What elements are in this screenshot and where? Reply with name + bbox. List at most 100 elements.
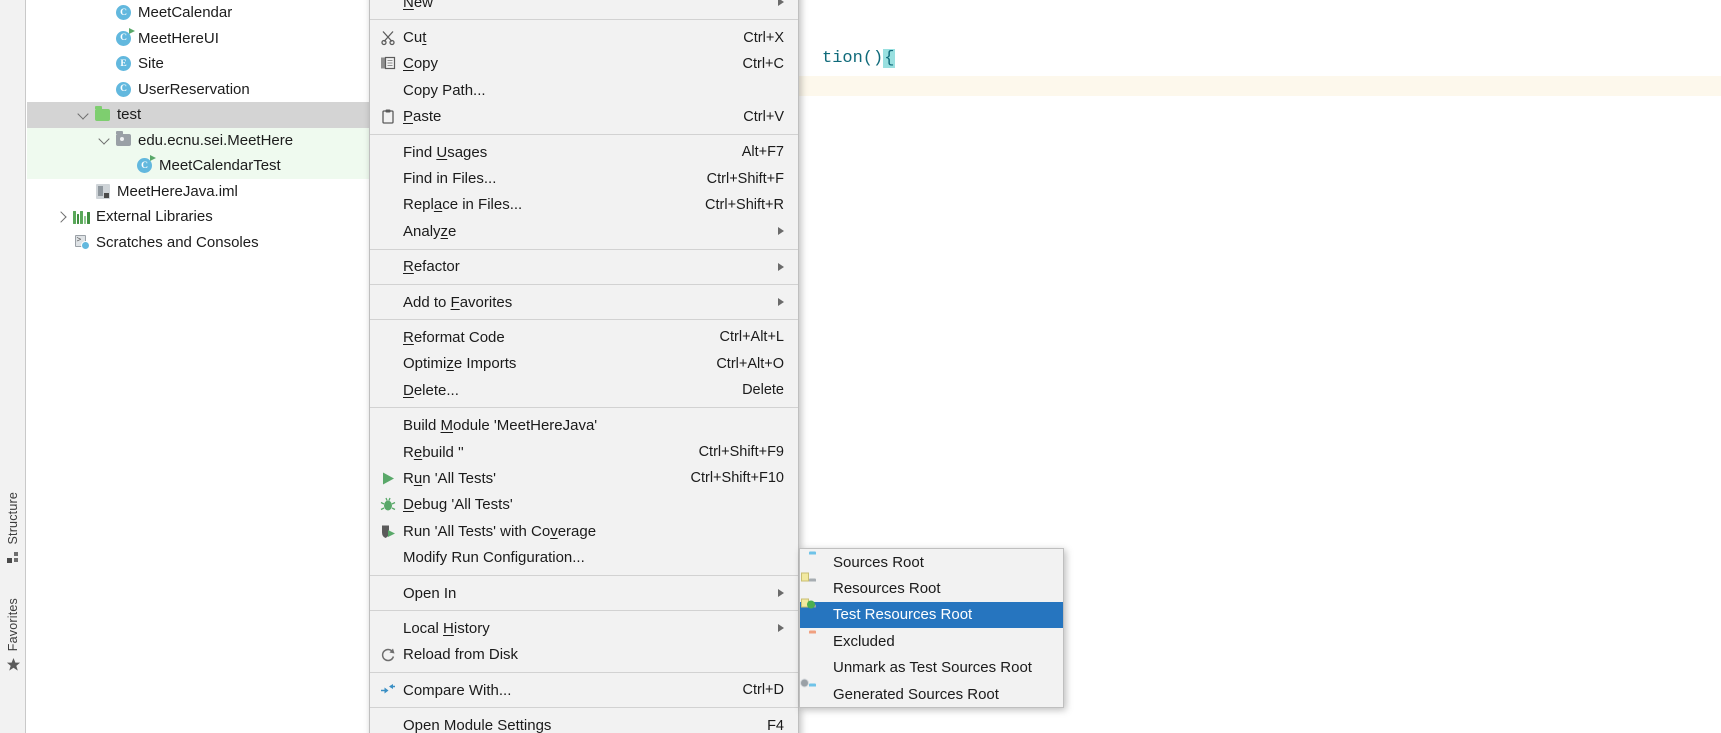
menu-item-label: New xyxy=(403,0,434,11)
tree-item-edu-ecnu-sei-meethere[interactable]: edu.ecnu.sei.MeetHere xyxy=(27,127,371,153)
menu-item-local-history[interactable]: Local History xyxy=(370,615,798,641)
menu-separator xyxy=(370,407,798,409)
resources-root-icon xyxy=(801,572,827,596)
menu-item-compare-with[interactable]: Compare With... Ctrl+D xyxy=(370,677,798,703)
menu-separator xyxy=(370,610,798,612)
reload-icon xyxy=(379,646,396,663)
tree-item-meetherejava-iml[interactable]: MeetHereJava.iml xyxy=(27,179,371,205)
menu-item-modify-run-configuration[interactable]: Modify Run Configuration... xyxy=(370,544,798,570)
menu-item-label: Build Module 'MeetHereJava' xyxy=(403,417,598,435)
menu-item-label: Replace in Files... xyxy=(403,196,523,214)
submenu-arrow-icon xyxy=(778,624,784,633)
submenu-item-excluded[interactable]: Excluded xyxy=(800,628,1063,654)
menu-separator xyxy=(370,574,798,576)
submenu-item-sources-root[interactable]: Sources Root xyxy=(800,549,1063,575)
menu-item-find-usages[interactable]: Find Usages Alt+F7 xyxy=(370,139,798,165)
menu-item-paste[interactable]: Paste Ctrl+V xyxy=(370,104,798,130)
project-tree[interactable]: C MeetCalendar C MeetHereUI E Site C UserReserv… xyxy=(27,0,371,733)
menu-item-label: Delete... xyxy=(403,381,459,399)
editor-brace-highlight: { xyxy=(883,48,896,68)
menu-item-refactor[interactable]: Refactor xyxy=(370,254,798,280)
menu-item-copy-path[interactable]: Copy Path... xyxy=(370,77,798,103)
menu-separator xyxy=(370,19,798,21)
menu-item-add-to-favorites[interactable]: Add to Favorites xyxy=(370,289,798,315)
menu-item-open-module-settings[interactable]: Open Module Settings F4 xyxy=(370,712,798,733)
menu-item-rebuild-default[interactable]: Rebuild '' Ctrl+Shift+F9 xyxy=(370,439,798,465)
tree-item-label: UserReservation xyxy=(138,80,250,98)
menu-item-copy[interactable]: Copy Ctrl+C xyxy=(370,51,798,77)
menu-separator xyxy=(370,319,798,321)
menu-item-reformat-code[interactable]: Reformat Code Ctrl+Alt+L xyxy=(370,324,798,350)
scissors-icon xyxy=(379,29,396,46)
java-class-run-icon: C xyxy=(115,27,135,47)
tree-item-userreservation[interactable]: C UserReservation xyxy=(27,77,371,103)
context-menu[interactable]: New Cut Ctrl+X Copy Ctrl+C Copy Path... Paste C… xyxy=(369,0,799,733)
submenu-item-resources-root[interactable]: Resources Root xyxy=(800,572,1063,601)
menu-item-label: Reload from Disk xyxy=(403,646,519,664)
debug-icon xyxy=(379,496,396,513)
menu-item-cut[interactable]: Cut Ctrl+X xyxy=(370,24,798,50)
menu-item-label: Rebuild '' xyxy=(403,443,464,461)
star-icon xyxy=(6,657,21,677)
menu-item-debug-all-tests[interactable]: Debug 'All Tests' xyxy=(370,492,798,518)
menu-item-new[interactable]: New xyxy=(370,0,798,15)
menu-item-label: Optimize Imports xyxy=(403,355,517,373)
menu-item-find-in-files[interactable]: Find in Files... Ctrl+Shift+F xyxy=(370,165,798,191)
menu-item-label: Reformat Code xyxy=(403,328,505,346)
editor-code-text: tion() xyxy=(822,48,884,68)
test-resources-root-icon xyxy=(801,598,827,622)
mark-directory-as-submenu[interactable]: Sources Root Resources Root Test Resources… xyxy=(799,548,1064,709)
menu-item-label: Find Usages xyxy=(403,143,488,161)
chevron-down-icon[interactable] xyxy=(77,108,91,122)
menu-item-label: Analyze xyxy=(403,222,457,240)
submenu-item-test-resources-root[interactable]: Test Resources Root xyxy=(800,598,1063,629)
java-class-icon: C xyxy=(115,81,132,98)
tree-item-meetcalendar[interactable]: C MeetCalendar xyxy=(27,0,371,26)
submenu-item-generated-sources-root[interactable]: Generated Sources Root xyxy=(800,678,1063,707)
menu-separator xyxy=(370,671,798,673)
tree-item-scratches-and-consoles[interactable]: Scratches and Consoles xyxy=(27,230,371,256)
menu-item-label: Local History xyxy=(403,619,490,637)
menu-item-label: Find in Files... xyxy=(403,170,497,188)
menu-item-shortcut: Ctrl+D xyxy=(742,682,785,699)
menu-item-analyze[interactable]: Analyze xyxy=(370,218,798,244)
menu-separator xyxy=(370,707,798,709)
tree-item-meetcalendartest[interactable]: C MeetCalendarTest xyxy=(27,153,371,179)
tool-window-button-structure[interactable]: Structure xyxy=(0,492,26,569)
tree-item-test[interactable]: test xyxy=(27,102,371,128)
sources-root-icon xyxy=(809,555,827,570)
submenu-item-unmark-as-test-sources-root[interactable]: Unmark as Test Sources Root xyxy=(800,655,1063,681)
submenu-arrow-icon xyxy=(778,227,784,236)
tool-window-label-structure: Structure xyxy=(6,492,20,545)
menu-item-run-all-tests-with-coverage[interactable]: Run 'All Tests' with Coverage xyxy=(370,518,798,544)
menu-item-shortcut: Ctrl+Shift+R xyxy=(705,196,784,213)
menu-item-shortcut: Ctrl+Shift+F9 xyxy=(698,444,784,461)
menu-item-delete[interactable]: Delete... Delete xyxy=(370,377,798,403)
tree-item-label: External Libraries xyxy=(96,208,213,226)
menu-item-build-module-meetherejava[interactable]: Build Module 'MeetHereJava' xyxy=(370,412,798,438)
tree-item-site[interactable]: E Site xyxy=(27,51,371,77)
tree-item-external-libraries[interactable]: External Libraries xyxy=(27,204,371,230)
chevron-right-icon[interactable] xyxy=(56,210,70,224)
menu-item-shortcut: Delete xyxy=(742,382,784,399)
menu-item-reload-from-disk[interactable]: Reload from Disk xyxy=(370,642,798,668)
menu-item-open-in[interactable]: Open In xyxy=(370,580,798,606)
menu-item-replace-in-files[interactable]: Replace in Files... Ctrl+Shift+R xyxy=(370,192,798,218)
java-class-icon: C xyxy=(115,4,132,21)
submenu-item-label: Sources Root xyxy=(833,553,924,571)
tree-item-label: test xyxy=(117,106,142,124)
copy-icon xyxy=(379,55,396,72)
tool-window-strip: Structure Favorites xyxy=(0,0,26,733)
submenu-item-label: Generated Sources Root xyxy=(833,685,999,703)
tree-item-meethereui[interactable]: C MeetHereUI xyxy=(27,26,371,52)
menu-item-optimize-imports[interactable]: Optimize Imports Ctrl+Alt+O xyxy=(370,351,798,377)
menu-item-label: Add to Favorites xyxy=(403,293,513,311)
tool-window-button-favorites[interactable]: Favorites xyxy=(0,598,26,677)
chevron-down-icon[interactable] xyxy=(98,133,112,147)
menu-item-run-all-tests[interactable]: Run 'All Tests' Ctrl+Shift+F10 xyxy=(370,465,798,491)
